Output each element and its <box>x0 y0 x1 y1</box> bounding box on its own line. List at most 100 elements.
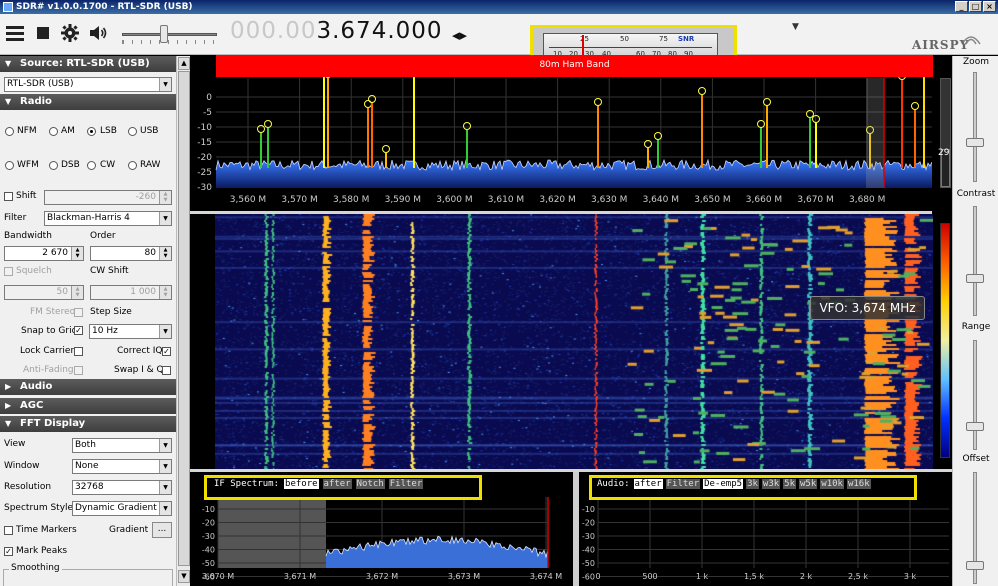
mode-radio-dsb[interactable] <box>49 161 58 170</box>
squelch-checkbox[interactable] <box>4 267 13 276</box>
mode-radio-lsb[interactable] <box>87 127 96 136</box>
audio-chip-filter[interactable]: Filter <box>665 479 701 489</box>
window-select[interactable]: None ▼ <box>72 459 172 474</box>
volume-slider-thumb[interactable] <box>160 25 168 43</box>
audio-chip-after[interactable]: after <box>633 479 663 489</box>
if-chip-before[interactable]: before <box>284 479 319 489</box>
range-slider-thumb[interactable] <box>966 422 984 431</box>
scrollbar-thumb[interactable] <box>178 71 190 566</box>
peak-marker <box>911 102 919 110</box>
source-section-header[interactable]: ▼ Source: RTL-SDR (USB) <box>0 56 176 72</box>
gear-icon[interactable] <box>61 24 79 45</box>
offset-slider-thumb[interactable] <box>966 561 984 570</box>
if-filter-passband <box>218 497 326 568</box>
waterfall-canvas[interactable] <box>215 214 933 469</box>
zoom-slider-track[interactable] <box>973 72 977 182</box>
scroll-up-icon[interactable]: ▲ <box>178 57 190 70</box>
contrast-slider-track[interactable] <box>973 206 977 316</box>
hamburger-menu-icon[interactable] <box>6 24 24 44</box>
order-input[interactable]: 80 ▲ ▼ <box>90 246 172 261</box>
mode-radio-wfm[interactable] <box>5 161 14 170</box>
window-label: Window <box>4 461 40 471</box>
view-select[interactable]: Both ▼ <box>72 438 172 453</box>
spectrum-range-scrollbar[interactable] <box>940 78 951 188</box>
mark-peaks-label: Mark Peaks <box>16 546 68 556</box>
fft-display-section-header[interactable]: ▼ FFT Display <box>0 416 176 432</box>
audio-chip-w10k[interactable]: w10k <box>820 479 844 489</box>
waterfall-color-scale <box>940 223 950 458</box>
zoom-slider-thumb[interactable] <box>966 138 984 147</box>
snap-to-grid-checkbox[interactable]: ✓ <box>74 326 83 335</box>
spectrum-panel[interactable]: 0 -5 -10 -15 -20 -25 -30 3,560 M 3,570 M 3,580 M 3… <box>190 56 933 211</box>
toolbar-dropdown-icon[interactable]: ▼ <box>792 22 799 32</box>
filter-label: Filter <box>4 213 27 223</box>
chevron-down-icon: ▼ <box>159 212 171 225</box>
source-device-select[interactable]: RTL-SDR (USB) ▼ <box>4 77 172 92</box>
spectrum-style-select[interactable]: Dynamic Gradient ▼ <box>72 501 172 516</box>
waterfall-panel[interactable] <box>215 214 933 469</box>
step-size-select[interactable]: 10 Hz ▼ <box>89 324 172 339</box>
mode-label-wfm: WFM <box>17 160 39 170</box>
range-slider-track[interactable] <box>973 340 977 450</box>
step-size-label: Step Size <box>90 307 132 317</box>
time-markers-checkbox[interactable] <box>4 526 13 535</box>
audio-chip-de-emphasis[interactable]: De-emp5 <box>703 479 744 489</box>
audio-chip-w3k[interactable]: w3k <box>761 479 781 489</box>
volume-slider-track[interactable] <box>122 33 217 36</box>
maximize-button[interactable]: □ <box>969 1 982 12</box>
swap-iq-checkbox[interactable] <box>162 366 171 375</box>
resolution-select[interactable]: 32768 ▼ <box>72 480 172 495</box>
audio-header-label: Audio <box>20 381 53 392</box>
smeter-top-tick: 50 <box>620 35 629 43</box>
chevron-down-icon: ▼ <box>159 325 171 338</box>
bandwidth-input[interactable]: 2 670 ▲ ▼ <box>4 246 84 261</box>
fm-stereo-checkbox[interactable] <box>74 308 83 317</box>
stop-icon[interactable] <box>36 24 50 44</box>
window-controls: _ □ × <box>955 1 996 12</box>
mode-radio-am[interactable] <box>49 127 58 136</box>
vfo-filter-band <box>866 78 884 188</box>
audio-chip-w5k[interactable]: w5k <box>799 479 818 489</box>
chevron-down-icon: ▼ <box>159 481 171 494</box>
settings-panel-scrollbar[interactable]: ▲ ▼ <box>176 56 190 586</box>
contrast-slider-thumb[interactable] <box>966 274 984 283</box>
audio-section-header[interactable]: ▶ Audio <box>0 379 176 395</box>
if-chip-notch[interactable]: Notch <box>355 479 385 489</box>
filter-select[interactable]: Blackman-Harris 4 ▼ <box>44 211 172 226</box>
mode-radio-nfm[interactable] <box>5 127 14 136</box>
mode-radio-usb[interactable] <box>128 127 137 136</box>
mode-radio-raw[interactable] <box>128 161 137 170</box>
correct-iq-checkbox[interactable]: ✓ <box>162 347 171 356</box>
shift-checkbox[interactable] <box>4 192 13 201</box>
audio-chip-w16k[interactable]: w16k <box>846 479 871 489</box>
mode-radio-cw[interactable] <box>87 161 96 170</box>
cw-shift-input[interactable]: 1 000 ▲ ▼ <box>90 285 172 300</box>
speaker-icon[interactable] <box>89 24 109 45</box>
gradient-button[interactable]: ... <box>152 522 172 538</box>
bandwidth-value: 2 670 <box>42 248 68 258</box>
lock-carrier-checkbox[interactable] <box>74 347 83 356</box>
collapse-arrow-icon: ▼ <box>5 419 12 428</box>
spectrum-x-tick: 3,620 M <box>539 195 575 205</box>
close-button[interactable]: × <box>983 1 996 12</box>
frequency-bright-digits: 3.674.000 <box>316 18 443 44</box>
if-chip-filter[interactable]: Filter <box>388 479 424 489</box>
view-label: View <box>4 439 26 449</box>
mark-peaks-checkbox[interactable]: ✓ <box>4 547 13 556</box>
spectrum-x-tick: 3,680 M <box>849 195 885 205</box>
minimize-button[interactable]: _ <box>955 1 968 12</box>
spectrum-plot[interactable]: 0 -5 -10 -15 -20 -25 -30 3,560 M 3,570 M 3,580 M 3… <box>190 56 933 211</box>
frequency-step-arrows-icon[interactable]: ◂▸ <box>452 26 467 44</box>
frequency-display[interactable]: 000.003.674.000 <box>230 18 443 44</box>
if-chip-after[interactable]: after <box>322 479 352 489</box>
anti-fading-checkbox[interactable] <box>74 366 83 375</box>
scroll-down-icon[interactable]: ▼ <box>178 570 190 583</box>
source-header-label: Source: RTL-SDR (USB) <box>20 58 150 69</box>
squelch-input[interactable]: 50 ▲ ▼ <box>4 285 84 300</box>
audio-chip-3k[interactable]: 3k <box>746 479 759 489</box>
agc-section-header[interactable]: ▶ AGC <box>0 398 176 414</box>
spectrum-x-tick: 3,590 M <box>385 195 421 205</box>
audio-chip-5k[interactable]: 5k <box>783 479 797 489</box>
radio-section-header[interactable]: ▼ Radio <box>0 94 176 110</box>
shift-input[interactable]: -260 ▲ ▼ <box>44 190 172 205</box>
